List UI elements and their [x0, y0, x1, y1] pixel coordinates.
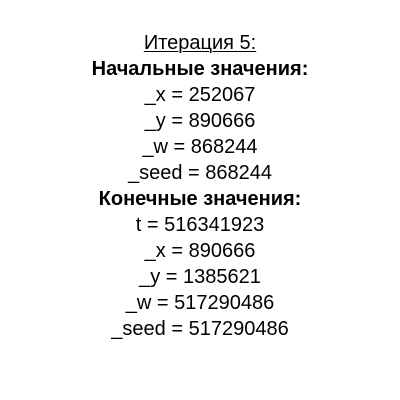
initial-w-value: _w = 868244 — [142, 136, 258, 158]
initial-seed-value: _seed = 868244 — [127, 162, 273, 184]
final-y-value: _y = 1385621 — [139, 266, 261, 288]
final-x-value: _x = 890666 — [144, 240, 256, 262]
final-t-value: t = 516341923 — [135, 214, 265, 236]
initial-x-value: _x = 252067 — [144, 84, 256, 106]
initial-values-heading: Начальные значения: — [91, 58, 309, 80]
iteration-title: Итерация 5: — [143, 32, 257, 54]
final-seed-value: _seed = 517290486 — [111, 318, 289, 340]
final-w-value: _w = 517290486 — [125, 292, 275, 314]
final-values-heading: Конечные значения: — [98, 188, 302, 210]
initial-y-value: _y = 890666 — [144, 110, 256, 132]
iteration-slide: Итерация 5: Начальные значения: _x = 252… — [0, 30, 400, 342]
